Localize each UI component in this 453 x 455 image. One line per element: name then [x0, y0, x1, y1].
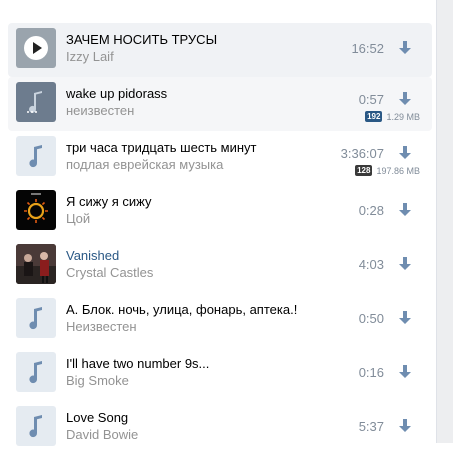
track-artist[interactable]: Неизвестен — [66, 319, 137, 334]
bitrate-badge: 192 — [365, 111, 383, 122]
track-artist[interactable]: Цой — [66, 211, 90, 226]
track-title: Love Song — [66, 410, 129, 425]
track-row[interactable]: три часа тридцать шесть минут подлая евр… — [8, 131, 432, 185]
track-title: I'll have two number 9s... — [66, 356, 210, 371]
track-cover[interactable] — [16, 244, 56, 284]
track-artist[interactable]: Big Smoke — [66, 373, 129, 388]
track-title: Vanished — [66, 248, 120, 263]
track-row[interactable]: Я сижу я сижу Цой 0:28 — [8, 185, 432, 239]
music-note-icon — [27, 91, 42, 113]
track-title: wake up pidorass — [66, 86, 168, 101]
track-artist[interactable]: David Bowie — [66, 427, 138, 442]
play-icon — [24, 36, 48, 60]
music-note-icon — [29, 307, 42, 330]
right-panel — [436, 0, 453, 443]
track-artist[interactable]: подлая еврейская музыка — [66, 157, 223, 172]
download-arrow-icon[interactable] — [398, 40, 412, 56]
file-size: 197.86 MB — [376, 165, 420, 176]
track-meta: 192 1.29 MB — [365, 111, 420, 122]
download-arrow-icon[interactable] — [398, 418, 412, 434]
track-title: А. Блок. ночь, улица, фонарь, аптека.! — [66, 302, 298, 317]
track-duration: 0:57 — [358, 92, 384, 107]
file-size: 1.29 MB — [386, 111, 420, 122]
track-artist[interactable]: Crystal Castles — [66, 265, 153, 280]
track-title: Я сижу я сижу — [66, 194, 152, 209]
bitrate-badge: 128 — [355, 165, 373, 176]
track-cover[interactable] — [16, 352, 56, 392]
track-cover[interactable] — [16, 406, 56, 446]
track-duration: 0:16 — [358, 365, 384, 380]
track-row[interactable]: А. Блок. ночь, улица, фонарь, аптека.! Н… — [8, 293, 432, 347]
track-row[interactable]: ЗАЧЕМ НОСИТЬ ТРУСЫ Izzy Laif 16:52 — [8, 23, 432, 77]
track-duration: 3:36:07 — [340, 146, 384, 161]
music-note-icon — [29, 361, 42, 384]
track-row[interactable]: Love Song David Bowie 5:37 — [8, 401, 432, 455]
track-duration: 16:52 — [351, 41, 384, 56]
track-row[interactable]: wake up pidorass неизвестен 0:57 192 1.2… — [8, 77, 432, 131]
track-duration: 0:28 — [358, 203, 384, 218]
track-cover[interactable] — [16, 136, 56, 176]
track-cover[interactable] — [16, 82, 56, 122]
track-duration: 4:03 — [358, 257, 384, 272]
download-arrow-icon[interactable] — [398, 202, 412, 218]
track-row[interactable]: I'll have two number 9s... Big Smoke 0:1… — [8, 347, 432, 401]
track-artist[interactable]: Izzy Laif — [66, 49, 114, 64]
download-arrow-icon[interactable] — [398, 310, 412, 326]
track-list: ЗАЧЕМ НОСИТЬ ТРУСЫ Izzy Laif 16:52 wake … — [8, 23, 432, 455]
track-cover[interactable] — [16, 190, 56, 230]
sun-artwork-icon — [24, 193, 48, 223]
music-note-icon — [29, 145, 42, 168]
download-arrow-icon[interactable] — [398, 91, 412, 107]
download-arrow-icon[interactable] — [398, 364, 412, 380]
download-arrow-icon[interactable] — [398, 145, 412, 161]
track-meta: 128 197.86 MB — [355, 165, 420, 176]
track-cover[interactable] — [16, 298, 56, 338]
track-title: три часа тридцать шесть минут — [66, 140, 257, 155]
play-button[interactable] — [16, 28, 56, 68]
download-arrow-icon[interactable] — [398, 256, 412, 272]
band-photo-icon — [16, 244, 56, 284]
track-title: ЗАЧЕМ НОСИТЬ ТРУСЫ — [66, 32, 218, 47]
track-duration: 0:50 — [358, 311, 384, 326]
track-duration: 5:37 — [358, 419, 384, 434]
track-artist[interactable]: неизвестен — [66, 103, 134, 118]
track-row[interactable]: Vanished Crystal Castles 4:03 — [8, 239, 432, 293]
music-note-icon — [29, 415, 42, 438]
